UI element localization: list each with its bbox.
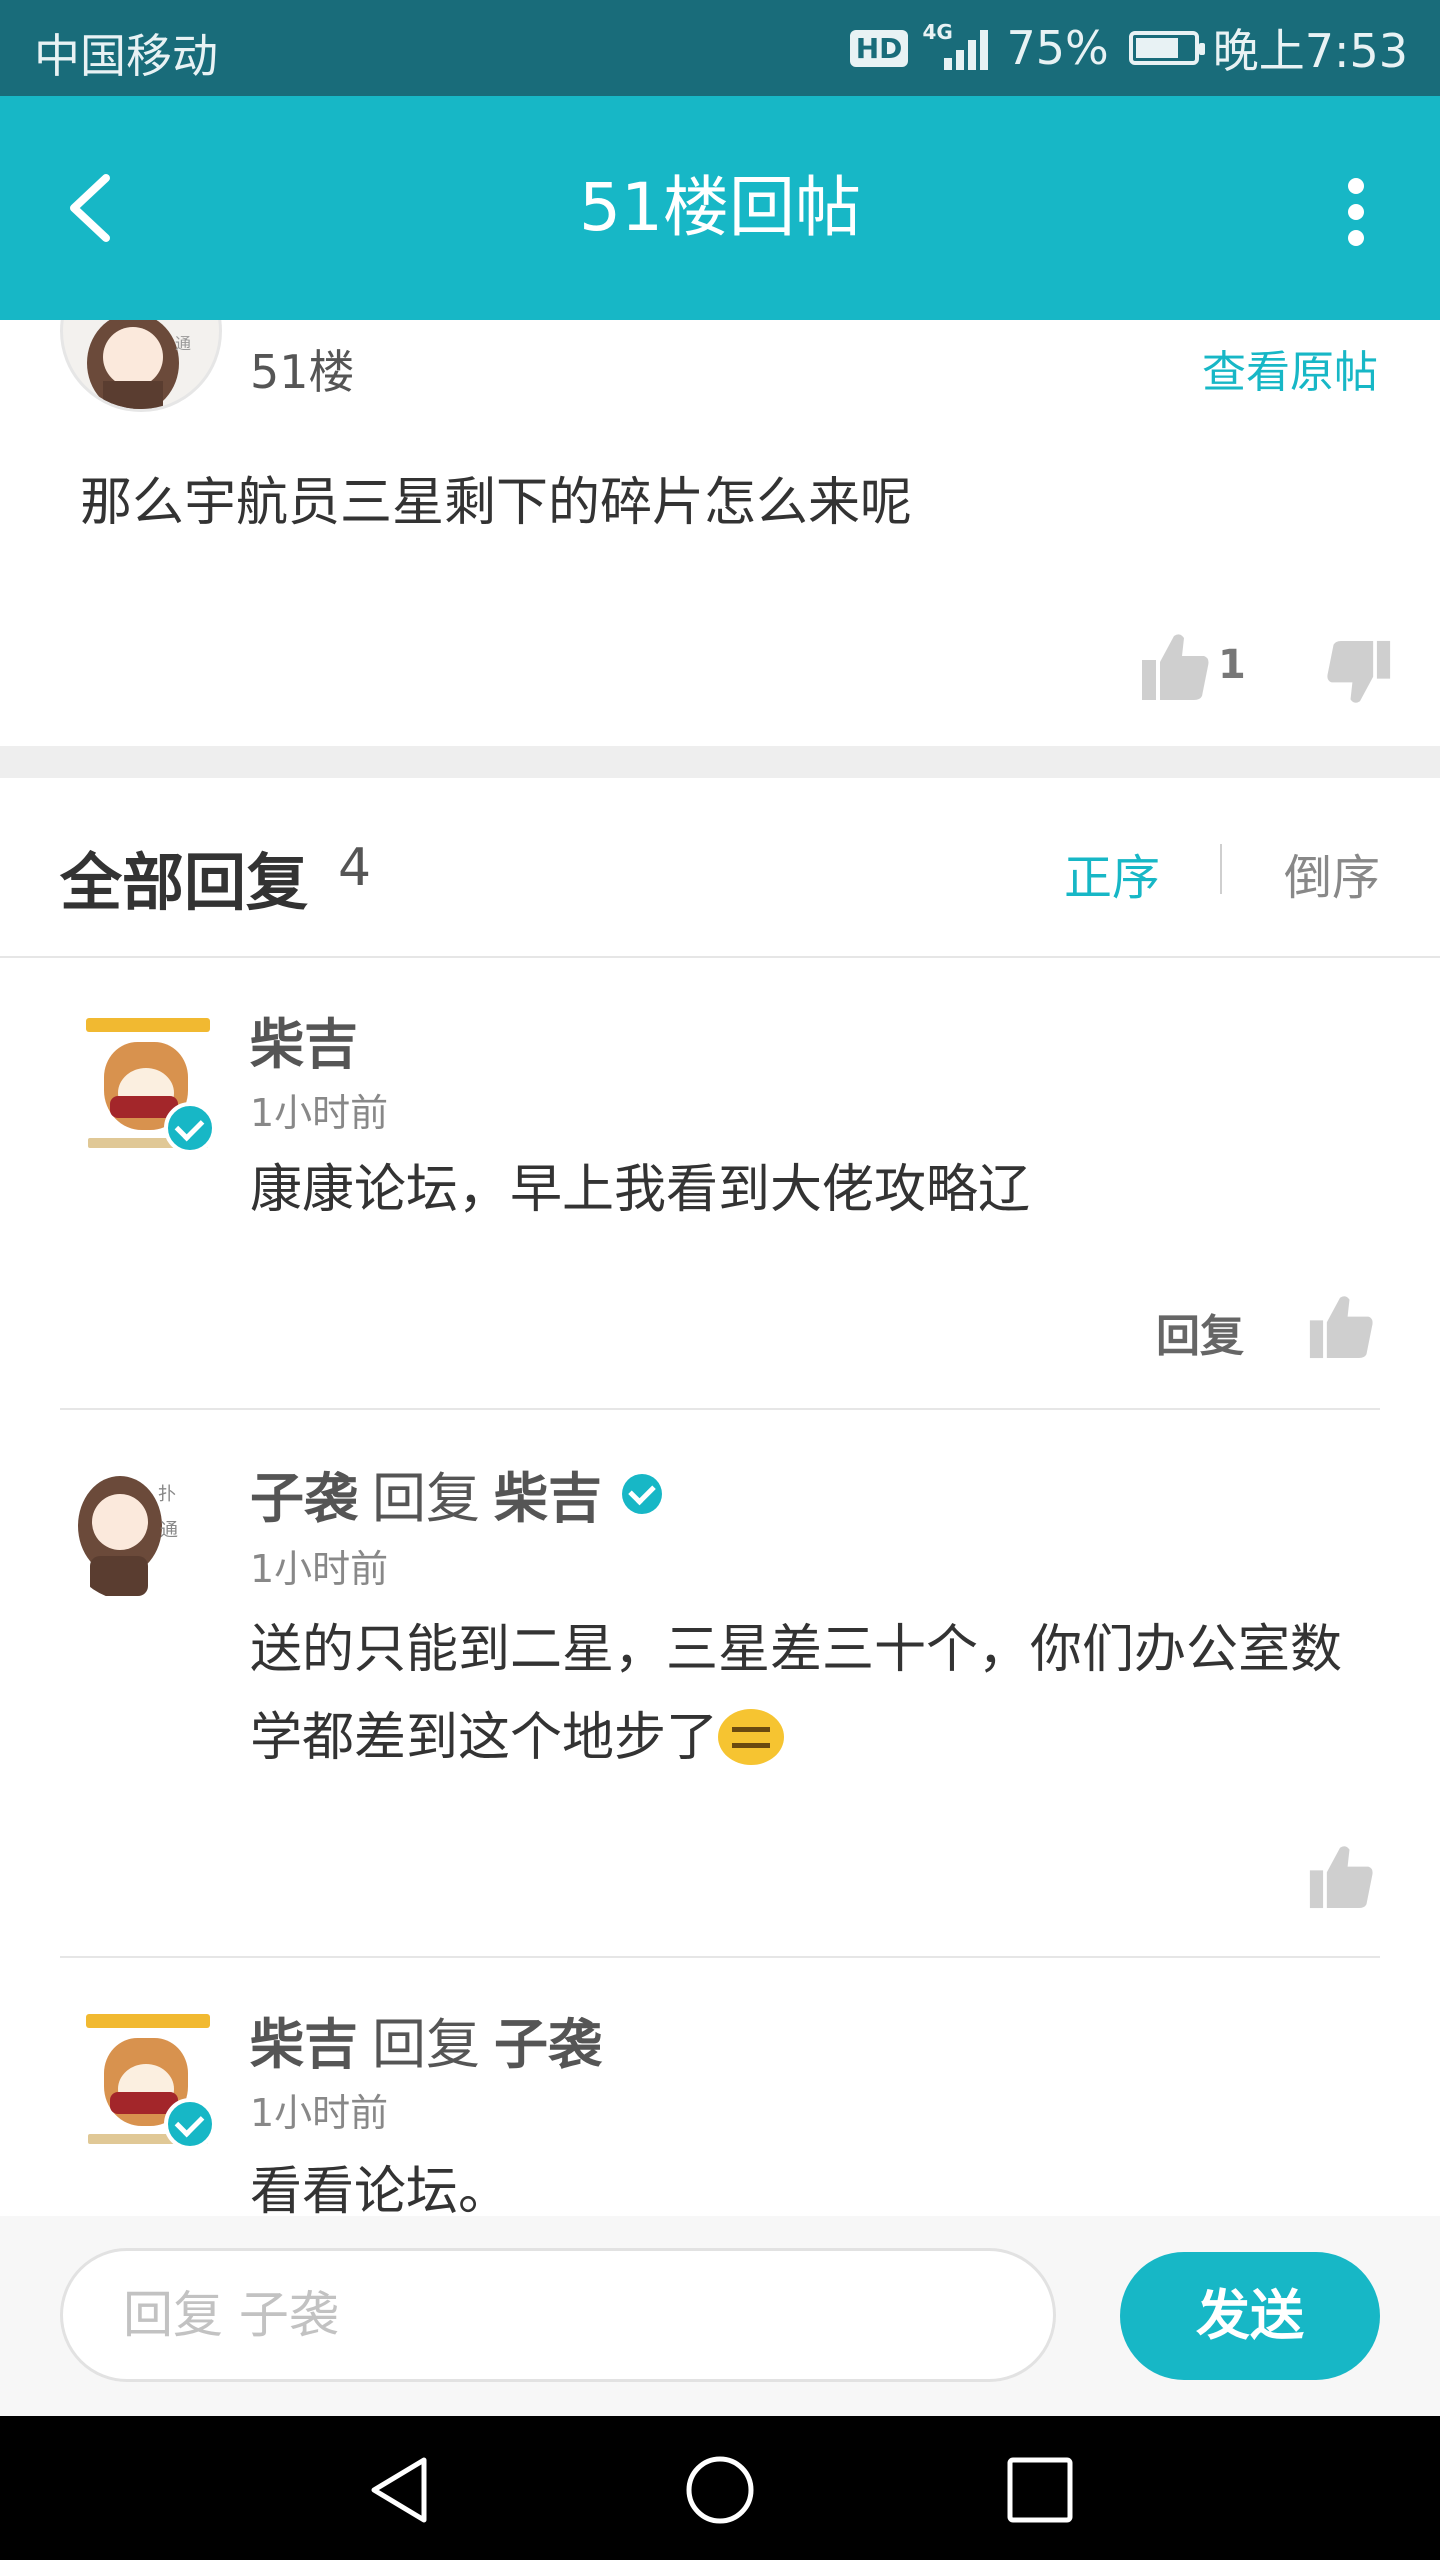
floor-number: 51楼 [250, 345, 355, 399]
reply-text: 康康论坛，早上我看到大佬攻略辽 [250, 1160, 1031, 1220]
reply-time: 1小时前 [250, 1091, 389, 1135]
battery-fill [1135, 38, 1178, 58]
send-button[interactable]: 发送 [1120, 2252, 1380, 2380]
carrier-name: 中国移动 [34, 29, 218, 83]
reply-text: 送的只能到二星，三星差三十个，你们办公室数学都差到这个地步了 [250, 1606, 1380, 1782]
floor-post: 通 51楼 查看原帖 那么宇航员三星剩下的碎片怎么来呢 1 [0, 320, 1440, 746]
svg-text:扑: 扑 [158, 1484, 176, 1505]
reply-input[interactable]: 回复 子袭 [60, 2248, 1056, 2382]
replies-header: 全部回复 4 正序 倒序 [0, 778, 1440, 958]
app-header: 51楼回帖 [0, 96, 1440, 320]
nav-back-icon[interactable] [364, 2452, 440, 2528]
author-name[interactable]: 柴吉 [250, 1000, 358, 1079]
verified-badge-icon [622, 1473, 662, 1514]
expressionless-emoji-icon [718, 1709, 785, 1765]
verified-badge-icon [164, 2098, 216, 2150]
author-line: 柴吉 回复 子袭 [250, 2000, 602, 2079]
signal-icon: 4G [922, 20, 992, 70]
status-bar: 中国移动 HD 4G 75% 晚上7:53 [0, 0, 1440, 96]
author-name[interactable]: 子袭 [250, 1454, 358, 1533]
thumbs-down-icon[interactable] [1326, 638, 1392, 708]
clock: 晚上7:53 [1212, 24, 1408, 78]
avatar[interactable]: 扑 通 [60, 1452, 210, 1602]
battery-icon [1128, 31, 1205, 65]
hooded-character-avatar-icon: 通 [87, 320, 191, 409]
reply-time: 1小时前 [250, 1547, 389, 1591]
reply-to-label: 回复 [372, 2013, 480, 2076]
avatar-banner [86, 1018, 210, 1032]
author-line: 子袭 回复 柴吉 [250, 1454, 662, 1533]
nav-recents-icon[interactable] [1002, 2452, 1078, 2528]
reply-text-body: 送的只能到二星，三星差三十个，你们办公室数学都差到这个地步了 [250, 1620, 1343, 1768]
avatar[interactable] [80, 1014, 216, 1160]
svg-text:通: 通 [175, 334, 191, 353]
thumbs-up-icon[interactable] [1140, 630, 1210, 702]
system-nav-bar [0, 2416, 1440, 2560]
reply-to-label: 回复 [372, 1467, 480, 1530]
avatar[interactable] [80, 2010, 216, 2156]
view-original-link[interactable]: 查看原帖 [1202, 336, 1378, 400]
thumbs-up-icon[interactable] [1308, 1292, 1374, 1360]
battery-percent: 75% [1006, 21, 1109, 75]
thumbs-up-icon[interactable] [1308, 1842, 1374, 1910]
sort-descending-button[interactable]: 倒序 [1284, 838, 1380, 908]
reply-time: 1小时前 [250, 2091, 389, 2135]
author-line: 柴吉 [250, 1000, 358, 1079]
sort-divider [1220, 844, 1222, 894]
svg-text:通: 通 [160, 1520, 178, 1541]
hd-badge: HD [849, 29, 909, 67]
status-icons: HD 4G 75% 晚上7:53 [849, 18, 1408, 78]
reply-input-bar: 回复 子袭 发送 [0, 2216, 1440, 2416]
author-name[interactable]: 柴吉 [250, 2000, 358, 2079]
reply-text: 看看论坛。 [250, 2162, 511, 2216]
reply-target-name[interactable]: 子袭 [494, 2000, 602, 2079]
hooded-character-avatar-icon: 扑 通 [78, 1476, 178, 1596]
reply-item: 柴吉 回复 子袭 1小时前 看看论坛。 [0, 1958, 1440, 2216]
reply-target-name[interactable]: 柴吉 [494, 1454, 602, 1533]
reply-item: 扑 通 子袭 回复 柴吉 1小时前 送的只能到二星，三星差三十个，你们办公室数学… [0, 1410, 1440, 1958]
avatar-banner [86, 2014, 210, 2028]
network-type: 4G [922, 20, 953, 44]
replies-count: 4 [338, 838, 372, 898]
more-vertical-icon[interactable] [1336, 172, 1376, 252]
section-gap [0, 746, 1440, 778]
reply-item: 柴吉 1小时前 康康论坛，早上我看到大佬攻略辽 回复 [0, 958, 1440, 1410]
sort-ascending-button[interactable]: 正序 [1064, 838, 1160, 908]
post-content: 那么宇航员三星剩下的碎片怎么来呢 [80, 473, 913, 533]
verified-badge-icon [164, 1102, 216, 1154]
all-replies-label: 全部回复 [60, 846, 309, 919]
like-count: 1 [1218, 642, 1246, 688]
nav-home-icon[interactable] [682, 2452, 758, 2528]
avatar[interactable]: 通 [60, 320, 222, 412]
page-title: 51楼回帖 [579, 169, 861, 246]
reply-button[interactable]: 回复 [1156, 1300, 1244, 1364]
